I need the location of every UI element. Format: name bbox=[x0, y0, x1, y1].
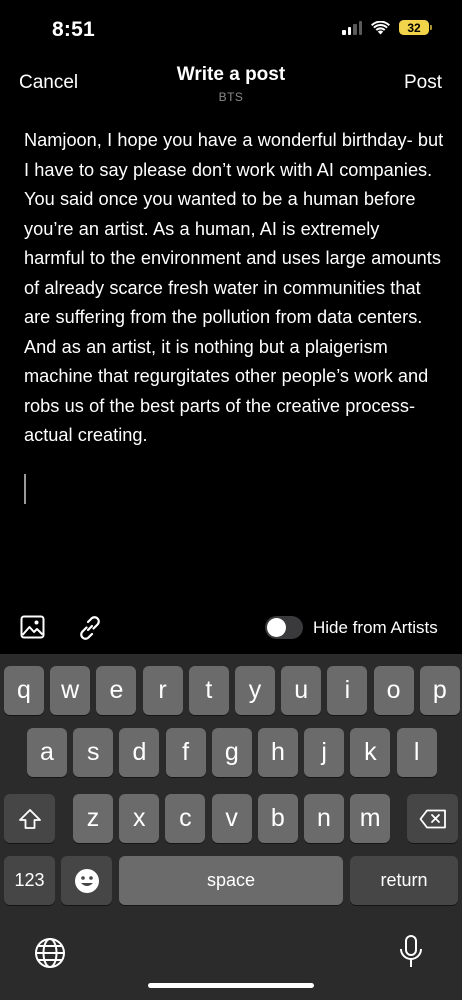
post-button[interactable]: Post bbox=[404, 72, 442, 94]
key-v[interactable]: v bbox=[211, 794, 252, 843]
emoji-icon bbox=[74, 868, 99, 893]
key-d[interactable]: d bbox=[119, 728, 160, 777]
status-icons: 32 bbox=[342, 20, 432, 35]
key-y[interactable]: y bbox=[235, 666, 275, 715]
key-l[interactable]: l bbox=[396, 728, 437, 777]
key-h[interactable]: h bbox=[258, 728, 298, 777]
key-x[interactable]: x bbox=[119, 794, 160, 843]
wifi-icon bbox=[371, 20, 390, 34]
key-s[interactable]: s bbox=[73, 728, 114, 777]
key-m[interactable]: m bbox=[350, 794, 391, 843]
post-text-area[interactable]: Namjoon, I hope you have a wonderful bir… bbox=[24, 126, 444, 451]
return-key[interactable]: return bbox=[350, 856, 458, 905]
battery-icon: 32 bbox=[399, 20, 432, 35]
signal-icon bbox=[342, 20, 362, 35]
battery-level: 32 bbox=[399, 20, 429, 35]
key-f[interactable]: f bbox=[165, 728, 206, 777]
hide-from-artists-toggle[interactable] bbox=[265, 616, 303, 639]
link-icon[interactable] bbox=[76, 614, 104, 642]
key-z[interactable]: z bbox=[73, 794, 113, 843]
key-r[interactable]: r bbox=[142, 666, 183, 715]
key-t[interactable]: t bbox=[188, 666, 229, 715]
page-title: Write a post bbox=[176, 64, 286, 85]
key-j[interactable]: j bbox=[304, 728, 345, 777]
delete-key[interactable] bbox=[407, 794, 458, 843]
globe-icon[interactable] bbox=[34, 937, 66, 969]
numbers-key[interactable]: 123 bbox=[4, 856, 55, 905]
shift-key[interactable] bbox=[4, 794, 55, 843]
home-indicator bbox=[148, 983, 314, 988]
page-subtitle: BTS bbox=[218, 90, 244, 104]
key-i[interactable]: i bbox=[327, 666, 368, 715]
image-icon[interactable] bbox=[20, 615, 45, 639]
space-key[interactable]: space bbox=[119, 856, 343, 905]
key-b[interactable]: b bbox=[257, 794, 298, 843]
shift-icon bbox=[18, 808, 41, 829]
delete-icon bbox=[419, 809, 446, 828]
keyboard: qwertyuiop asdfghjkl zxcvbnm 123 space r… bbox=[0, 654, 462, 1000]
key-a[interactable]: a bbox=[27, 728, 67, 777]
key-e[interactable]: e bbox=[96, 666, 137, 715]
key-w[interactable]: w bbox=[50, 666, 91, 715]
key-p[interactable]: p bbox=[419, 666, 460, 715]
status-time: 8:51 bbox=[52, 18, 95, 41]
emoji-key[interactable] bbox=[61, 856, 112, 905]
key-k[interactable]: k bbox=[350, 728, 391, 777]
text-cursor bbox=[24, 474, 26, 504]
key-g[interactable]: g bbox=[211, 728, 252, 777]
key-u[interactable]: u bbox=[281, 666, 322, 715]
key-c[interactable]: c bbox=[165, 794, 206, 843]
hide-from-artists-label: Hide from Artists bbox=[313, 618, 438, 637]
toggle-knob bbox=[267, 618, 286, 637]
key-o[interactable]: o bbox=[373, 666, 414, 715]
microphone-icon[interactable] bbox=[398, 934, 424, 970]
key-n[interactable]: n bbox=[304, 794, 344, 843]
key-q[interactable]: q bbox=[4, 666, 44, 715]
